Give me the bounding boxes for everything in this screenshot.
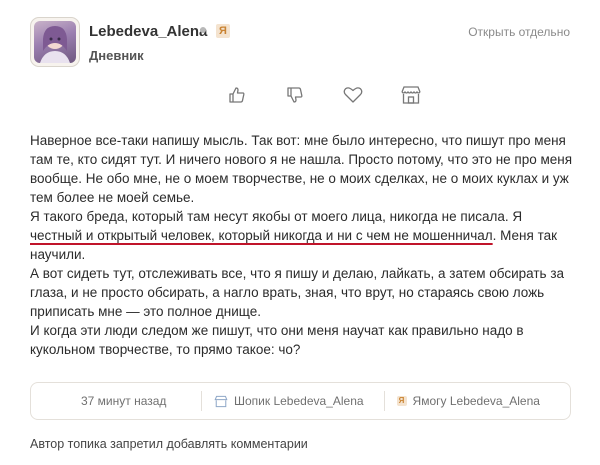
shop-button[interactable] — [382, 82, 440, 108]
post-paragraph: Я такого бреда, который там несут якобы … — [30, 207, 575, 264]
avatar-frame[interactable] — [30, 17, 80, 67]
section-label[interactable]: Дневник — [89, 48, 144, 63]
post-paragraph: И когда эти люди следом же пишут, что он… — [30, 323, 524, 357]
ya-badge: Я — [396, 396, 407, 406]
divider — [201, 391, 202, 411]
thumbs-up-icon — [229, 87, 245, 103]
shop-link-label: Шопик Lebedeva_Alena — [234, 394, 364, 408]
author-name[interactable]: Lebedeva_Alena — [89, 23, 207, 40]
comments-disabled-notice: Автор топика запретил добавлять коммента… — [30, 437, 308, 451]
dislike-button[interactable] — [266, 82, 324, 108]
yamogu-link[interactable]: Я Ямогу Lebedeva_Alena — [396, 394, 540, 408]
shop-icon — [401, 86, 421, 104]
post-timestamp: 37 минут назад — [81, 394, 167, 408]
heart-icon — [343, 87, 363, 103]
open-separately-link[interactable]: Открыть отдельно — [468, 25, 570, 39]
post-footer: 37 минут назад Шопик Lebedeva_Alena Я Ям… — [30, 382, 571, 420]
avatar[interactable] — [34, 21, 76, 63]
post-body: Наверное все-таки напишу мысль. Так вот:… — [30, 131, 575, 359]
ya-badge[interactable]: Я — [216, 24, 230, 38]
post-text-span: Я такого бреда, который там несут якобы … — [30, 209, 523, 224]
yamogu-link-label: Ямогу Lebedeva_Alena — [412, 394, 540, 408]
shop-icon — [214, 395, 228, 407]
thumbs-down-icon — [287, 87, 303, 103]
divider — [383, 391, 385, 411]
status-dot — [200, 27, 206, 33]
shop-link[interactable]: Шопик Lebedeva_Alena — [214, 394, 364, 408]
like-button[interactable] — [208, 82, 266, 108]
post-actions — [208, 82, 440, 108]
post-paragraph: А вот сидеть тут, отслеживать все, что я… — [30, 266, 565, 319]
post-paragraph: Наверное все-таки напишу мысль. Так вот:… — [30, 133, 573, 205]
avatar-doll-image — [40, 26, 70, 63]
underlined-text: честный и открытый человек, который нико… — [30, 228, 493, 243]
favorite-button[interactable] — [324, 82, 382, 108]
